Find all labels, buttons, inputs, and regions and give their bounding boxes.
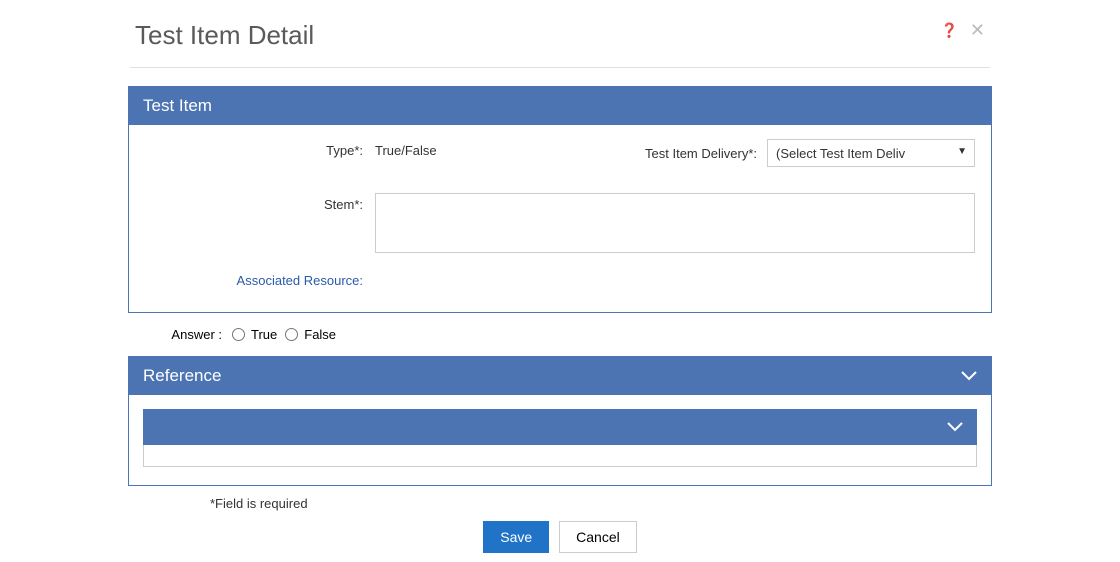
type-value: True/False xyxy=(375,139,437,158)
answer-row: Answer : True False xyxy=(128,327,992,342)
test-item-title: Test Item xyxy=(143,96,212,116)
action-row: Save Cancel xyxy=(0,521,1120,553)
stem-input[interactable] xyxy=(375,193,975,253)
type-label: Type*: xyxy=(145,139,375,158)
answer-true-option[interactable]: True xyxy=(232,327,277,342)
test-item-section: Test Item Type*: True/False Test Item De… xyxy=(128,86,992,313)
chevron-down-icon[interactable] xyxy=(947,422,963,432)
type-row: Type*: True/False Test Item Delivery*: (… xyxy=(145,139,975,167)
reference-inner-header[interactable] xyxy=(143,409,977,445)
test-item-body: Type*: True/False Test Item Delivery*: (… xyxy=(129,125,991,312)
reference-section: Reference xyxy=(128,356,992,486)
answer-false-radio[interactable] xyxy=(285,328,298,341)
delivery-select[interactable]: (Select Test Item Deliv xyxy=(767,139,975,167)
reference-inner-body xyxy=(143,445,977,467)
cancel-button[interactable]: Cancel xyxy=(559,521,637,553)
delivery-select-wrap: (Select Test Item Deliv xyxy=(767,139,975,167)
reference-body xyxy=(129,395,991,485)
page-title: Test Item Detail xyxy=(135,20,314,51)
answer-label: Answer : xyxy=(128,327,232,342)
help-icon[interactable]: ❓ xyxy=(940,22,957,39)
test-item-header: Test Item xyxy=(129,87,991,125)
delivery-group: Test Item Delivery*: (Select Test Item D… xyxy=(645,139,975,167)
delivery-label: Test Item Delivery*: xyxy=(645,146,757,161)
answer-false-label: False xyxy=(304,327,336,342)
reference-header[interactable]: Reference xyxy=(129,357,991,395)
answer-true-label: True xyxy=(251,327,277,342)
answer-radio-group: True False xyxy=(232,327,336,342)
associated-resource-row: Associated Resource: xyxy=(145,269,975,288)
chevron-down-icon[interactable] xyxy=(961,371,977,381)
required-note: *Field is required xyxy=(128,496,992,511)
page-header: Test Item Detail ❓ ✕ xyxy=(0,0,1120,67)
save-button[interactable]: Save xyxy=(483,521,549,553)
header-actions: ❓ ✕ xyxy=(940,20,985,41)
answer-false-option[interactable]: False xyxy=(285,327,336,342)
close-icon[interactable]: ✕ xyxy=(970,20,985,41)
associated-resource-label[interactable]: Associated Resource: xyxy=(145,269,375,288)
stem-label: Stem*: xyxy=(145,193,375,212)
divider xyxy=(130,67,990,68)
stem-row: Stem*: xyxy=(145,193,975,253)
reference-title: Reference xyxy=(143,366,221,386)
answer-true-radio[interactable] xyxy=(232,328,245,341)
